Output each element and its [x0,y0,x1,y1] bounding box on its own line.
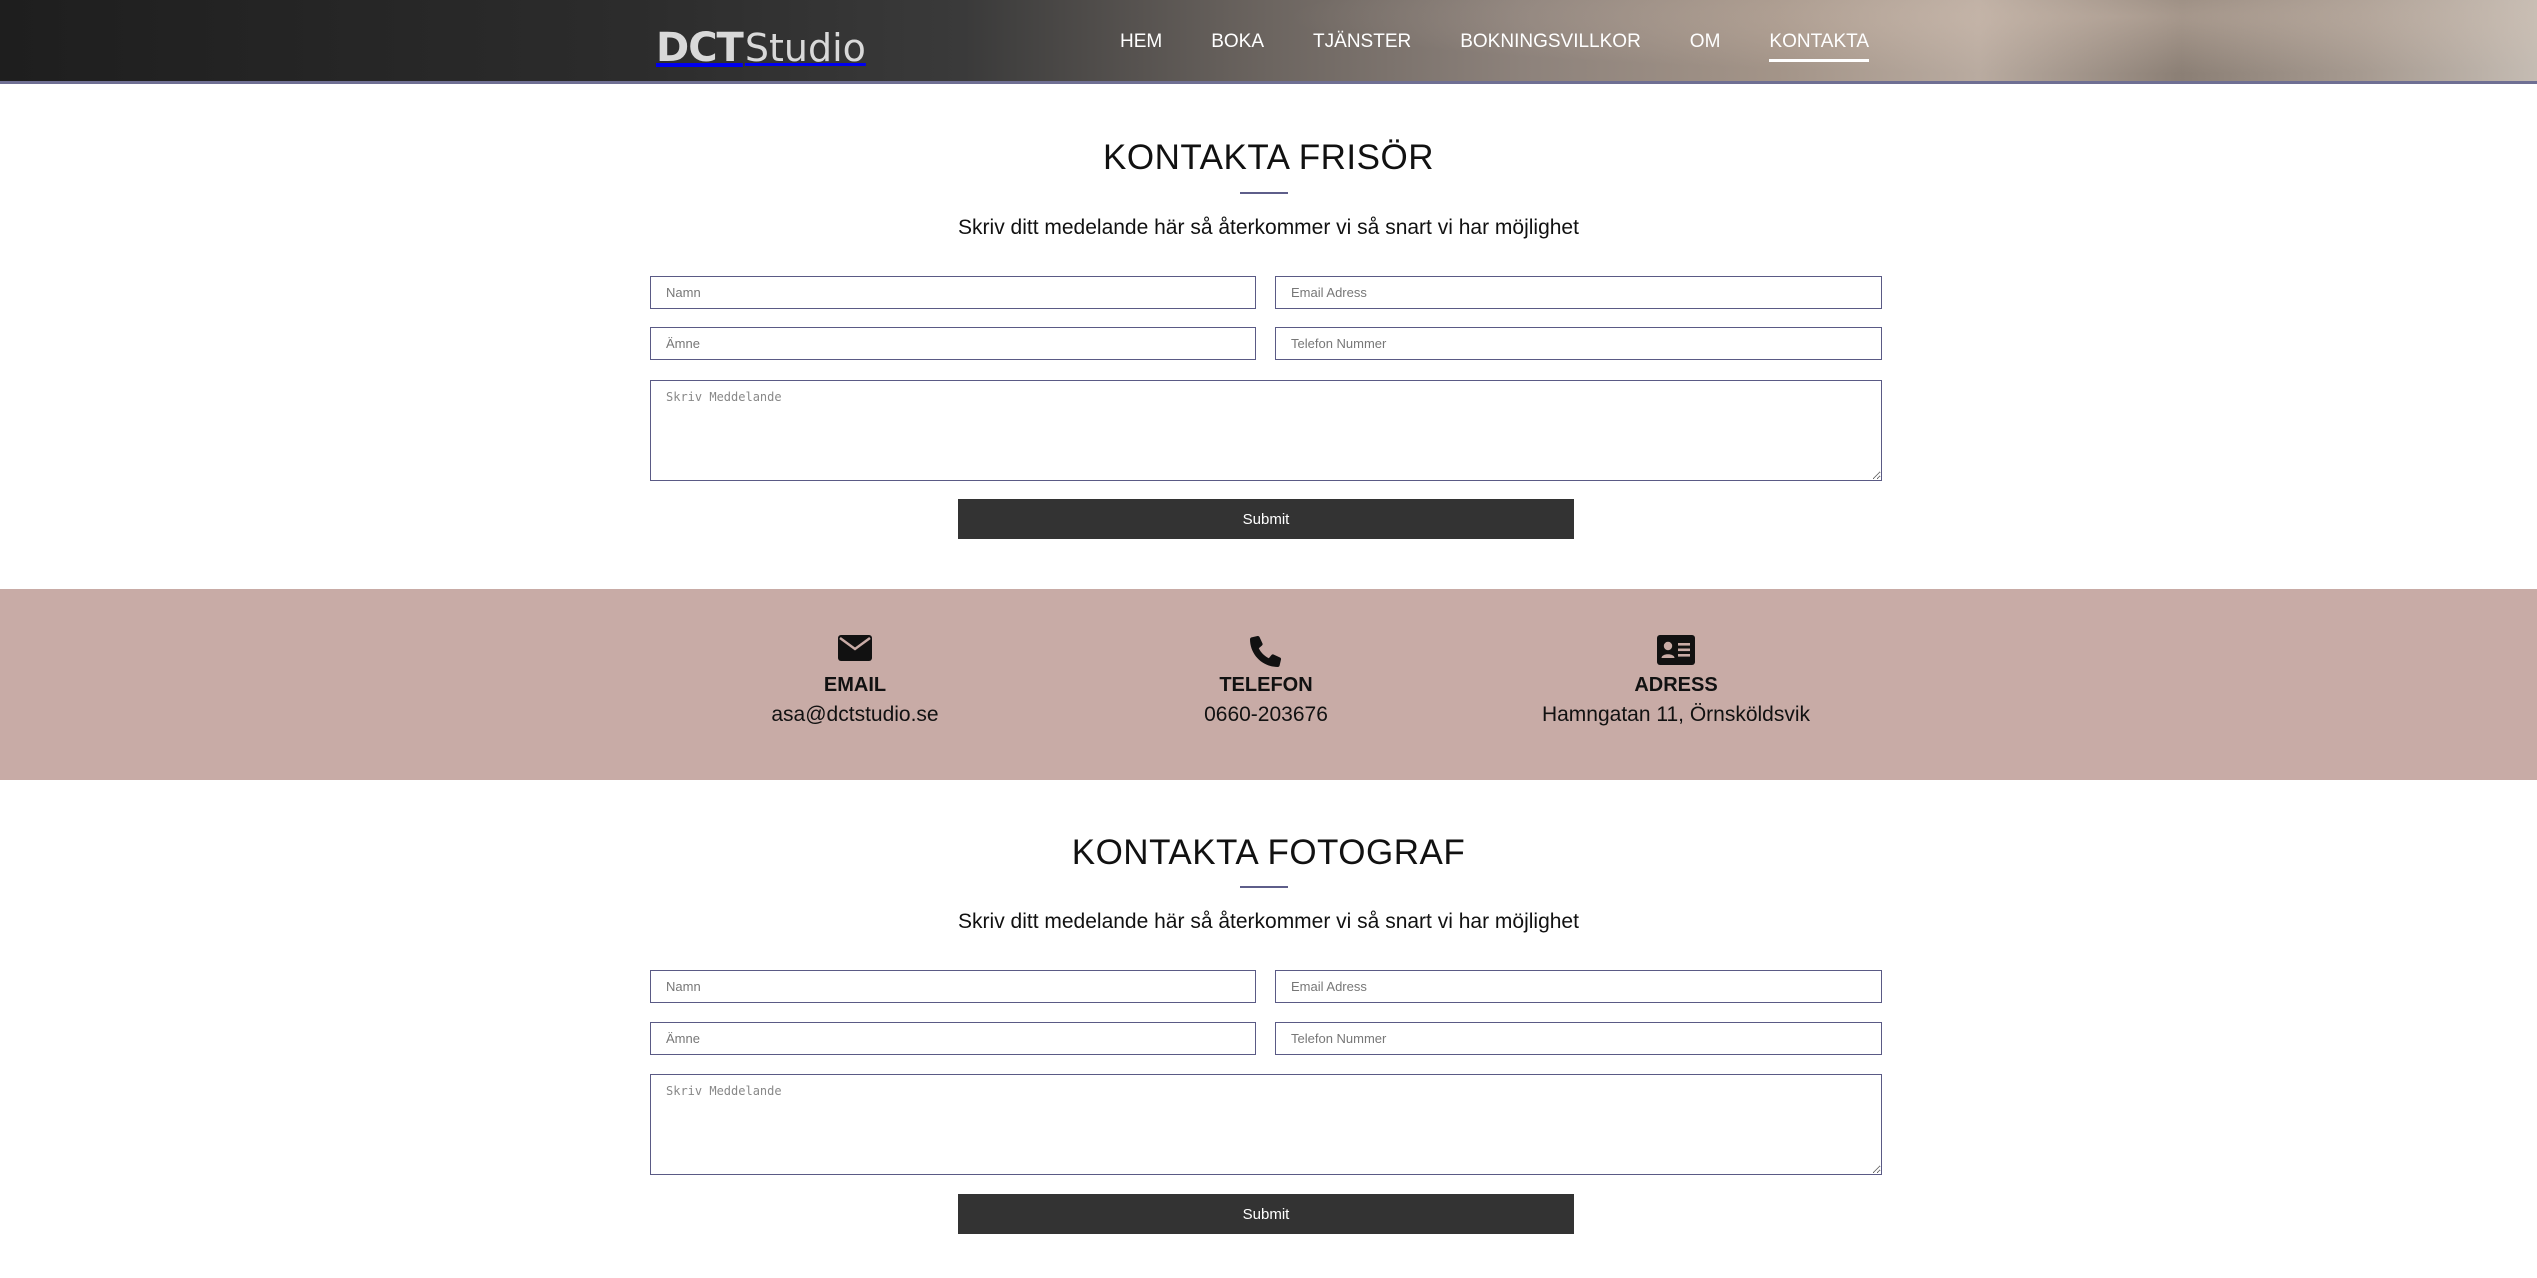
photographer-email-input[interactable] [1275,970,1882,1003]
hairdresser-form-title: KONTAKTA FRISÖR [1103,138,1434,177]
address-card-icon [1657,635,1695,670]
logo-dct-text: DCT [656,25,744,71]
hairdresser-email-input[interactable] [1275,276,1882,309]
site-logo[interactable]: DCT Studio [656,26,866,70]
site-header: DCT Studio HEM BOKA TJÄNSTER BOKNINGSVIL… [0,0,2537,84]
email-label: EMAIL [823,674,887,696]
title-divider [1240,192,1288,194]
photographer-form-subtitle: Skriv ditt medelande här så återkommer v… [958,910,1579,933]
photographer-phone-input[interactable] [1275,1022,1882,1055]
photographer-submit-button[interactable]: Submit [958,1194,1574,1234]
nav-item-bokningsvillkor[interactable]: BOKNINGSVILLKOR [1460,30,1641,54]
address-label: ADRESS [1634,674,1718,696]
hairdresser-submit-button[interactable]: Submit [958,499,1574,539]
hairdresser-message-textarea[interactable] [650,380,1882,481]
nav-item-hem[interactable]: HEM [1120,30,1162,54]
photographer-form-title: KONTAKTA FOTOGRAF [1071,833,1466,872]
phone-value[interactable]: 0660-203676 [1056,703,1476,727]
address-value: Hamngatan 11, Örnsköldsvik [1541,703,1811,726]
photographer-message-textarea[interactable] [650,1074,1882,1175]
title-divider [1240,886,1288,888]
nav-item-om[interactable]: OM [1690,30,1721,54]
nav-item-boka[interactable]: BOKA [1211,30,1264,54]
contact-info-band: EMAIL asa@dctstudio.se TELEFON 0660-2036… [0,589,2537,780]
envelope-icon [838,635,872,666]
hairdresser-form-subtitle: Skriv ditt medelande här så återkommer v… [958,216,1579,239]
hairdresser-subject-input[interactable] [650,327,1256,360]
photographer-subject-input[interactable] [650,1022,1256,1055]
phone-icon [1250,635,1282,672]
nav-item-tjanster[interactable]: TJÄNSTER [1313,30,1411,54]
email-value[interactable]: asa@dctstudio.se [645,703,1065,727]
main-nav: HEM BOKA TJÄNSTER BOKNINGSVILLKOR OM KON… [1120,0,1918,81]
photographer-name-input[interactable] [650,970,1256,1003]
hairdresser-phone-input[interactable] [1275,327,1882,360]
phone-label: TELEFON [1219,674,1313,696]
hairdresser-name-input[interactable] [650,276,1256,309]
nav-item-kontakta[interactable]: KONTAKTA [1769,30,1869,62]
logo-studio-text: Studio [744,26,866,70]
